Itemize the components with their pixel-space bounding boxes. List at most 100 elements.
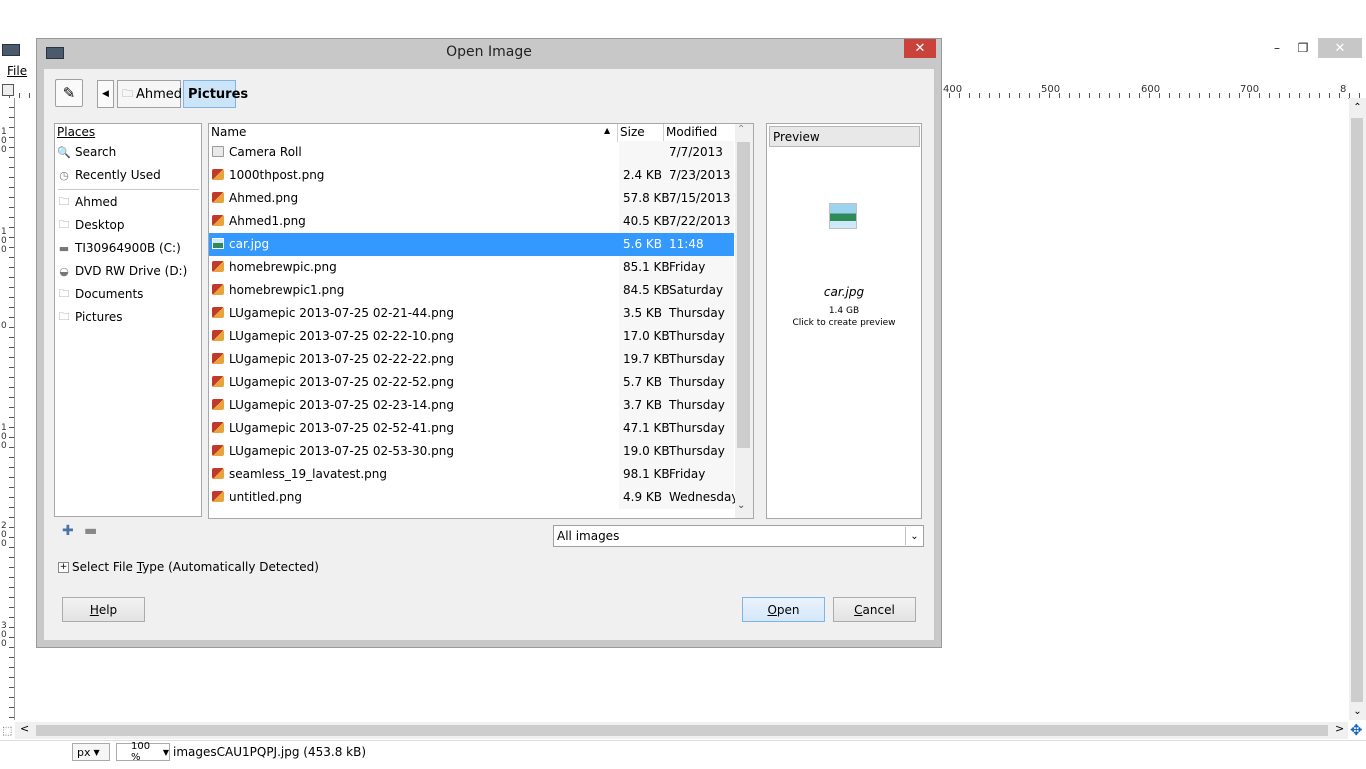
file-row[interactable]: LUgamepic 2013-07-25 02-53-30.png 19.0 KB… (209, 440, 734, 463)
file-modified: Wednesday (669, 490, 739, 504)
file-row[interactable]: seamless_19_lavatest.png 98.1 KB Friday (209, 463, 734, 486)
dialog-close-button[interactable]: ✕ (904, 39, 936, 58)
chevron-down-icon[interactable]: ⌄ (905, 527, 923, 545)
place-item[interactable]: ◷ Recently Used (57, 164, 199, 186)
png-file-icon (212, 215, 224, 226)
recent-icon: ◷ (59, 168, 69, 182)
unit-select[interactable]: px ▼ (72, 743, 110, 761)
file-row[interactable]: untitled.png 4.9 KB Wednesday (209, 486, 738, 509)
places-header-label: Places (57, 125, 96, 139)
chevron-down-icon: ▼ (162, 747, 169, 757)
chevron-down-icon: ▼ (93, 747, 100, 757)
menu-file[interactable]: File (7, 64, 27, 78)
file-modified: 7/15/2013 (669, 191, 731, 205)
expander-plus-icon[interactable]: + (58, 562, 69, 573)
png-file-icon (212, 468, 224, 479)
path-label: Ahmed (136, 86, 183, 102)
place-item[interactable]: 🗀 Ahmed (57, 191, 199, 213)
ruler-menu-icon[interactable] (2, 84, 14, 96)
file-row[interactable]: Camera Roll 7/7/2013 (209, 141, 734, 164)
file-size: 3.7 KB (623, 398, 662, 412)
png-file-icon (212, 261, 224, 272)
file-row[interactable]: Ahmed1.png 40.5 KB 7/22/2013 (209, 210, 734, 233)
file-modified: Thursday (669, 352, 725, 366)
file-size: 19.7 KB (623, 352, 670, 366)
minimize-button[interactable]: – (1264, 38, 1290, 58)
vruler-label: 1 0 0 (1, 127, 7, 155)
quick-mask-icon[interactable]: ⬚ (2, 724, 12, 737)
canvas-hscroll-thumb[interactable] (36, 725, 1328, 736)
path-button-pictures[interactable]: Pictures (183, 80, 248, 108)
file-row[interactable]: homebrewpic1.png 84.5 KB Saturday (209, 279, 734, 302)
place-label: TI30964900B (C:) (75, 241, 181, 255)
file-row[interactable]: LUgamepic 2013-07-25 02-21-44.png 3.5 KB T… (209, 302, 734, 325)
file-row[interactable]: LUgamepic 2013-07-25 02-23-14.png 3.7 KB T… (209, 394, 734, 417)
file-name: Camera Roll (229, 145, 302, 159)
file-filter-select[interactable]: All images (553, 525, 924, 547)
file-row[interactable]: LUgamepic 2013-07-25 02-22-52.png 5.7 KB T… (209, 371, 734, 394)
column-header-modified[interactable]: Modified (666, 125, 717, 142)
file-modified: Thursday (669, 329, 725, 343)
type-location-button[interactable]: ✎ (55, 79, 83, 107)
file-size: 47.1 KB (623, 421, 670, 435)
preview-hint[interactable]: Click to create preview (766, 318, 922, 328)
file-row[interactable]: LUgamepic 2013-07-25 02-22-22.png 19.7 KB… (209, 348, 734, 371)
place-item[interactable]: ▬ TI30964900B (C:) (57, 237, 199, 259)
image-thumbnail-icon[interactable] (829, 203, 857, 229)
file-size: 40.5 KB (623, 214, 670, 228)
zoom-select[interactable]: 100 % ▼ (116, 741, 170, 763)
file-name: LUgamepic 2013-07-25 02-21-44.png (229, 306, 454, 320)
place-item[interactable]: 🔍 Search (57, 141, 199, 163)
path-scroll-left-button[interactable]: ◀ (97, 80, 114, 108)
dvd-icon: ◒ (59, 264, 69, 278)
path-button-ahmed[interactable]: 🗀 Ahmed (117, 80, 183, 108)
vruler-label: 1 0 0 (1, 423, 7, 451)
place-item[interactable]: 🗀 Pictures (57, 306, 199, 328)
place-item[interactable]: 🗀 Documents (57, 283, 199, 305)
places-separator (58, 189, 199, 190)
scroll-up-icon[interactable]: ⌃ (1349, 102, 1366, 113)
column-header-size[interactable]: Size (620, 125, 645, 142)
scroll-down-icon[interactable]: ⌄ (1349, 706, 1366, 717)
png-file-icon (212, 192, 224, 203)
folder-icon: 🗀 (58, 309, 70, 323)
restore-button[interactable]: ❐ (1290, 38, 1316, 58)
place-label: Documents (75, 287, 144, 301)
vruler-label: 0 (1, 321, 7, 331)
help-button[interactable]: Help (62, 597, 145, 622)
file-row[interactable]: LUgamepic 2013-07-25 02-22-10.png 17.0 KB… (209, 325, 734, 348)
status-filename: imagesCAU1PQPJ.jpg (453.8 kB) (173, 745, 367, 759)
scroll-left-icon[interactable]: < (20, 722, 29, 735)
preview-header: Preview (769, 126, 920, 147)
filter-value: All images (557, 529, 620, 543)
places-header[interactable]: Places (57, 125, 95, 139)
scroll-up-icon[interactable]: ⌃ (737, 124, 745, 135)
file-row[interactable]: 1000thpost.png 2.4 KB 7/23/2013 (209, 164, 734, 187)
canvas-vscroll-thumb[interactable] (1351, 118, 1363, 702)
file-name: seamless_19_lavatest.png (229, 467, 388, 481)
file-row[interactable]: homebrewpic.png 85.1 KB Friday (209, 256, 734, 279)
place-item[interactable]: ◒ DVD RW Drive (D:) (57, 260, 199, 282)
column-header-name[interactable]: Name (211, 125, 246, 142)
preview-header-label: Preview (773, 129, 820, 144)
file-row[interactable]: Ahmed.png 57.8 KB 7/15/2013 (209, 187, 734, 210)
vruler-label: 2 0 0 (1, 521, 7, 549)
open-button[interactable]: Open (742, 597, 825, 622)
file-modified: 11:48 (669, 237, 704, 251)
navigate-icon[interactable]: ✥ (1350, 721, 1363, 739)
png-file-icon (212, 422, 224, 433)
file-row[interactable]: LUgamepic 2013-07-25 02-52-41.png 47.1 KB… (209, 417, 734, 440)
unit-value: px (77, 745, 91, 759)
file-size: 17.0 KB (623, 329, 670, 343)
window-close-button[interactable]: ✕ (1318, 38, 1362, 58)
select-file-type-expander[interactable]: Select File Type (Automatically Detected… (72, 560, 319, 574)
file-list-scroll-thumb[interactable] (737, 142, 750, 448)
add-bookmark-icon[interactable]: ✚ (62, 523, 74, 539)
remove-bookmark-icon[interactable]: ▬ (84, 523, 97, 539)
file-row[interactable]: car.jpg 5.6 KB 11:48 (209, 233, 734, 256)
scroll-down-icon[interactable]: ⌄ (737, 500, 745, 511)
cancel-button[interactable]: Cancel (833, 597, 916, 622)
place-item[interactable]: 🗀 Desktop (57, 214, 199, 236)
scroll-right-icon[interactable]: > (1335, 722, 1344, 735)
file-name: Ahmed.png (229, 191, 299, 205)
